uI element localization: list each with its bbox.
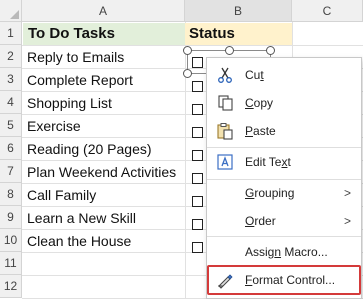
menu-item-copy[interactable]: Copy [207,90,361,116]
menu-item-edit-text[interactable]: Edit Text [207,149,361,175]
row-header-12[interactable]: 12 [0,275,22,298]
menu-separator [207,236,361,237]
menu-label-grouping: Grouping [245,186,295,200]
resize-handle-top-left[interactable] [183,46,192,55]
menu-label-order: Order [245,214,276,228]
status-checkbox[interactable] [192,150,203,161]
status-checkbox[interactable] [192,127,203,138]
task-cell[interactable]: Reading (20 Pages) [27,138,152,160]
column-header-a[interactable]: A [22,0,185,22]
task-cell[interactable]: Learn a New Skill [27,207,136,229]
menu-label-format-control: Format Control... [245,273,336,287]
resize-handle-top-right[interactable] [266,46,275,55]
task-cell[interactable]: Clean the House [27,230,131,252]
task-cell[interactable]: Complete Report [27,69,133,91]
header-cell-tasks[interactable]: To Do Tasks [23,23,185,45]
task-cell[interactable]: Reply to Emails [27,46,124,68]
menu-label-edit-text: Edit Text [245,155,291,169]
row-header-9[interactable]: 9 [0,206,22,229]
row-header-6[interactable]: 6 [0,137,22,160]
grid-line [185,22,186,299]
format-control-icon [218,274,233,289]
status-checkbox[interactable] [192,219,203,230]
task-cell[interactable]: Shopping List [27,92,112,114]
chevron-right-icon: > [343,214,351,228]
menu-item-format-control[interactable]: Format Control... [207,267,361,293]
copy-icon [218,95,233,111]
status-checkbox[interactable] [192,81,203,92]
context-menu: Cut Copy Paste Edit Text Grouping > Orde… [206,57,362,299]
column-header-c[interactable]: C [292,0,363,22]
row-header-1[interactable]: 1 [0,22,22,45]
row-header-4[interactable]: 4 [0,91,22,114]
menu-label-assign-macro: Assign Macro... [245,245,328,259]
paste-icon [217,123,233,140]
menu-separator [207,147,361,148]
menu-item-assign-macro[interactable]: Assign Macro... [207,239,361,265]
scissors-icon [218,67,232,83]
menu-item-cut[interactable]: Cut [207,62,361,88]
row-header-3[interactable]: 3 [0,68,22,91]
menu-label-copy: Copy [245,96,274,110]
row-header-10[interactable]: 10 [0,229,22,252]
row-header-5[interactable]: 5 [0,114,22,137]
status-checkbox[interactable] [192,104,203,115]
task-cell[interactable]: Plan Weekend Activities [27,161,176,183]
task-cell[interactable]: Call Family [27,184,96,206]
edit-text-icon [217,154,233,170]
resize-handle-bottom-left[interactable] [183,69,192,78]
menu-label-cut: Cut [245,68,264,82]
status-checkbox[interactable] [192,196,203,207]
menu-item-order[interactable]: Order > [207,208,361,234]
menu-item-paste[interactable]: Paste [207,118,361,144]
menu-item-grouping[interactable]: Grouping > [207,180,361,206]
status-checkbox[interactable] [192,173,203,184]
row-header-8[interactable]: 8 [0,183,22,206]
select-all-triangle-icon [10,10,19,19]
task-cell[interactable]: Exercise [27,115,81,137]
row-header-11[interactable]: 11 [0,252,22,275]
select-all-corner[interactable] [0,0,22,22]
chevron-right-icon: > [343,186,351,200]
row-header-2[interactable]: 2 [0,45,22,68]
header-cell-status[interactable]: Status [185,23,292,45]
status-checkbox[interactable] [192,242,203,253]
resize-handle-top[interactable] [225,46,234,55]
menu-label-paste: Paste [245,124,276,138]
row-header-7[interactable]: 7 [0,160,22,183]
column-header-b[interactable]: B [185,0,292,22]
